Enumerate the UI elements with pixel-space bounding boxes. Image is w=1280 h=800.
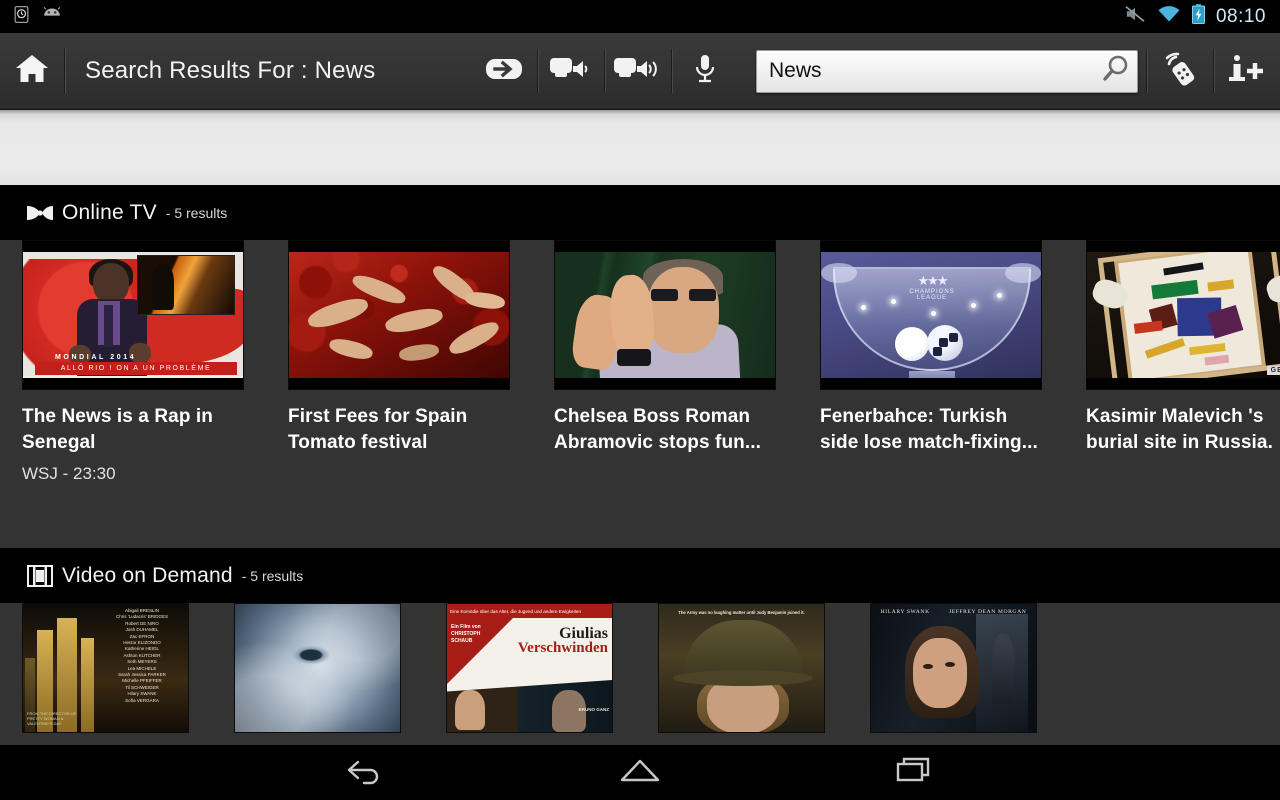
home-button[interactable] [595,745,685,800]
online-tv-row: MONDIAL 2014 ALLÔ RIO ! ON A UN PROBLÈME… [0,240,1280,548]
result-card[interactable]: Chelsea Boss Roman Abramovic stops fun..… [554,240,776,484]
online-tv-cards: MONDIAL 2014 ALLÔ RIO ! ON A UN PROBLÈME… [0,240,1280,484]
search-field-wrapper[interactable] [756,49,1138,93]
result-card[interactable]: GETTY Kasimir Malevich 's burial site in… [1086,240,1280,484]
action-bar: Search Results For : News [0,33,1280,110]
card-title: Chelsea Boss Roman Abramovic stops fun..… [554,406,762,453]
page-title: Search Results For : News [85,57,376,84]
section-result-count: - 5 results [241,567,304,584]
back-arrow-icon [344,755,386,790]
action-bar-icons [471,33,1280,110]
search-box[interactable] [756,49,1138,93]
search-icon[interactable] [1099,53,1131,90]
poster-the-resident[interactable]: HILARY SWANK JEFFREY DEAN MORGAN [870,603,1037,733]
input-source-icon [485,55,523,88]
battery-charging-icon [1191,4,1205,29]
status-bar: 08:10 [0,0,1280,33]
status-bar-notifications[interactable] [0,5,63,29]
thumb-headline-text: ALLÔ RIO ! ON A UN PROBLÈME [35,362,237,375]
poster-director-line: Ein Film von CHRISTOPH SCHAUB [451,624,481,644]
section-title: Video on Demand [62,563,233,587]
info-add-button[interactable] [1214,33,1280,110]
wifi-icon [1157,5,1181,28]
thumbnail-malevich-painting[interactable]: GETTY [1086,240,1280,390]
thumb-brand-text: MONDIAL 2014 [55,354,137,361]
thumbnail-tomato-festival[interactable] [288,240,510,390]
result-card[interactable]: MONDIAL 2014 ALLÔ RIO ! ON A UN PROBLÈME… [22,240,244,484]
house-icon [15,54,49,89]
card-title: First Fees for Spain Tomato festival [288,406,468,453]
poster-giulias-verschwinden[interactable]: Eine Komödie über das Alter, die Jugend … [446,603,613,733]
poster-actor: BRUNO GANZ [578,706,610,712]
remote-control-button[interactable] [1147,33,1213,110]
section-header-online-tv[interactable]: Online TV - 5 results [0,185,1280,240]
poster-title: Giulias Verschwinden [517,625,608,656]
audio-on-icon [614,55,662,88]
poster-blue-face[interactable] [234,603,401,733]
poster-topline: Eine Komödie über das Alter, die Jugend … [447,604,612,618]
screenshot-icon [12,5,31,29]
video-on-demand-row: Abigail BRESLIN Chris 'Ludacris' BRIDGES… [0,603,1280,745]
poster-cast: HILARY SWANK JEFFREY DEAN MORGAN [880,609,1027,615]
poster-tagline: FROM THE DIRECTOR OF PRETTY WOMAN & VALE… [27,711,77,726]
card-title: The News is a Rap in Senegal [22,406,213,453]
card-title: Kasimir Malevich 's burial site in Russi… [1086,406,1273,453]
back-button[interactable] [320,745,410,800]
sound-muted-icon [1124,5,1146,28]
android-robot-icon [41,6,63,27]
poster-private-benjamin[interactable]: The Army was no laughing matter until Ju… [658,603,825,733]
recents-button[interactable] [870,745,960,800]
info-add-icon [1225,53,1269,90]
thumb-logo-text: ★★★ CHAMPIONS LEAGUE [909,273,955,301]
card-title: Fenerbahce: Turkish side lose match-fixi… [820,406,1038,453]
video-on-demand-posters: Abigail BRESLIN Chris 'Ludacris' BRIDGES… [0,603,1280,733]
recent-apps-icon [894,756,936,789]
filter-bar-empty [0,110,1280,185]
card-subtitle: WSJ - 23:30 [22,464,116,483]
result-card[interactable]: First Fees for Spain Tomato festival [288,240,510,484]
remote-control-icon [1160,52,1200,91]
microphone-icon [692,53,718,90]
input-source-button[interactable] [471,33,537,110]
thumbnail-abramovich[interactable] [554,240,776,390]
audio-low-icon [550,55,592,88]
audio-on-button[interactable] [605,33,671,110]
thumbnail-champions-league-draw[interactable]: ★★★ CHAMPIONS LEAGUE [820,240,1042,390]
poster-tagline: The Army was no laughing matter until Ju… [678,610,805,615]
home-app-button[interactable] [0,33,64,110]
section-title: Online TV [62,200,157,224]
thumbnail-senegal-news[interactable]: MONDIAL 2014 ALLÔ RIO ! ON A UN PROBLÈME… [22,240,244,390]
voice-search-button[interactable] [672,33,738,110]
status-bar-clock: 08:10 [1215,5,1266,27]
status-bar-system-icons[interactable]: 08:10 [1124,4,1280,29]
search-results-content: Online TV - 5 results MONDIAL 2014 ALLÔ … [0,185,1280,745]
poster-cast-list: Abigail BRESLIN Chris 'Ludacris' BRIDGES… [116,608,168,703]
android-navigation-bar [0,745,1280,800]
search-input[interactable] [769,59,1099,83]
poster-new-years-eve[interactable]: Abigail BRESLIN Chris 'Ludacris' BRIDGES… [22,603,189,733]
film-strip-icon [18,564,62,587]
result-card[interactable]: ★★★ CHAMPIONS LEAGUE Fenerbahce: Turkish… [820,240,1042,484]
bowtie-broadcast-icon [18,202,62,224]
section-header-video-on-demand[interactable]: Video on Demand - 5 results [0,548,1280,603]
home-outline-icon [618,756,662,789]
section-result-count: - 5 results [165,204,228,221]
audio-low-button[interactable] [538,33,604,110]
thumb-watermark-text: GETTY [1266,366,1280,375]
